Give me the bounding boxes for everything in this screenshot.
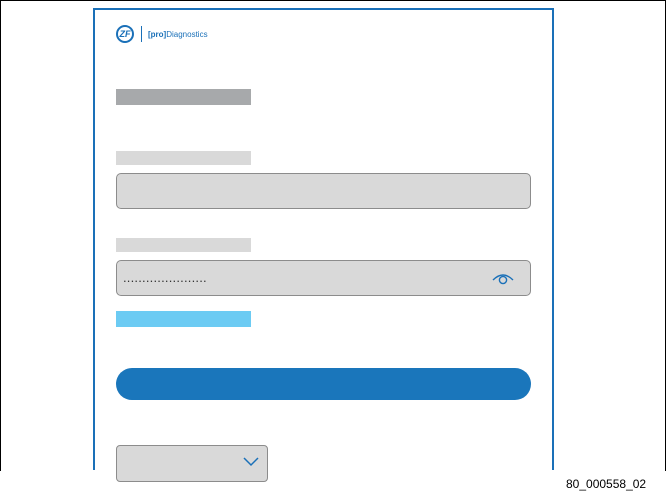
login-button[interactable] [116, 368, 531, 400]
logo-text: [pro]Diagnostics [148, 30, 208, 39]
password-label-placeholder [116, 238, 251, 252]
logo-separator [141, 26, 142, 42]
username-label-placeholder [116, 151, 251, 165]
page-title-placeholder [116, 89, 251, 105]
figure-id-label: 80_000558_02 [566, 477, 647, 491]
zf-pro-diagnostics-logo: ZF [pro]Diagnostics [116, 25, 208, 43]
logo-bracket-text: [pro] [148, 29, 167, 39]
forgot-password-link-placeholder[interactable] [116, 311, 251, 327]
chevron-down-icon [243, 457, 259, 467]
password-masked-value: ...................... [123, 270, 207, 285]
password-input[interactable]: ...................... [116, 260, 531, 296]
zf-logo-mark: ZF [116, 25, 134, 43]
language-select[interactable] [116, 445, 268, 482]
logo-product-text: Diagnostics [166, 29, 208, 39]
eye-icon[interactable] [492, 271, 514, 285]
username-input[interactable] [116, 173, 531, 209]
